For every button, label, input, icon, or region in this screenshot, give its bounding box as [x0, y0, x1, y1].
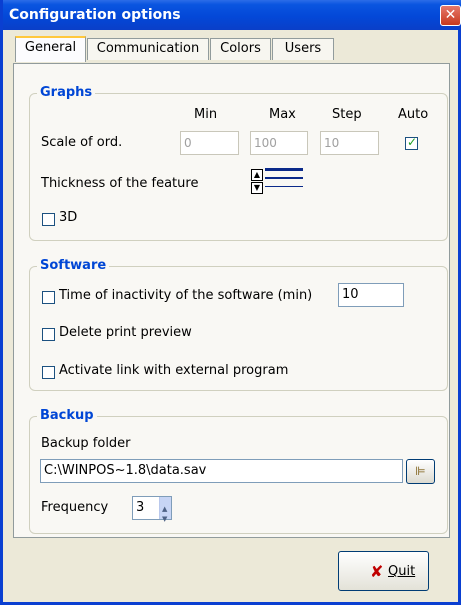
frequency-label: Frequency [41, 500, 109, 515]
delete-print-preview-label: Delete print preview [59, 325, 192, 340]
inactivity-minutes-input[interactable]: 10 [338, 283, 404, 307]
browse-folder-button[interactable]: ⊫ [406, 459, 435, 484]
window-title: Configuration options [9, 7, 181, 23]
backup-group-title: Backup [37, 408, 97, 423]
title-bar[interactable]: Configuration options ✕ [3, 0, 461, 30]
close-icon: ✕ [444, 7, 457, 23]
scale-max-input[interactable]: 100 [250, 131, 308, 155]
arrow-up-icon: ▲ [253, 170, 261, 179]
thickness-preview-line-medium [265, 177, 303, 179]
three-d-label: 3D [59, 210, 78, 225]
inactivity-label: Time of inactivity of the software (min) [59, 288, 313, 303]
scale-min-input[interactable]: 0 [180, 131, 239, 155]
general-tab-panel: Graphs Min Max Step Auto Scale of ord. 0… [13, 63, 450, 538]
arrow-down-icon: ▼ [253, 183, 261, 192]
frequency-input[interactable]: 3 ▲ ▼ [132, 496, 172, 523]
three-d-checkbox[interactable] [42, 213, 55, 226]
tab-users-label: Users [284, 41, 322, 56]
tab-communication-label: Communication [96, 41, 200, 56]
inactivity-checkbox[interactable] [42, 291, 55, 304]
close-button[interactable]: ✕ [440, 5, 461, 26]
tab-communication[interactable]: Communication [87, 38, 209, 60]
backup-folder-input[interactable]: C:\WINPOS~1.8\data.sav [40, 459, 403, 483]
tab-colors[interactable]: Colors [210, 38, 271, 60]
activate-link-label: Activate link with external program [59, 363, 289, 378]
tab-colors-label: Colors [220, 41, 261, 56]
scale-step-input[interactable]: 10 [320, 131, 379, 155]
min-column-header: Min [194, 107, 218, 122]
delete-print-preview-checkbox[interactable] [42, 328, 55, 341]
tab-general-label: General [24, 40, 77, 55]
backup-group: Backup Backup folder C:\WINPOS~1.8\data.… [29, 408, 448, 534]
software-group: Software Time of inactivity of the softw… [29, 258, 448, 391]
checkmark-icon: ✓ [407, 135, 418, 149]
thickness-down-button[interactable]: ▼ [251, 182, 263, 194]
thickness-up-button[interactable]: ▲ [251, 169, 263, 181]
thickness-preview-line-thick [265, 168, 303, 171]
max-column-header: Max [269, 107, 296, 122]
software-group-title: Software [37, 258, 110, 273]
tab-users[interactable]: Users [272, 38, 334, 60]
tab-general[interactable]: General [15, 36, 86, 62]
scale-of-ord-label: Scale of ord. [41, 135, 123, 150]
frequency-value: 3 [136, 500, 145, 515]
configuration-window: Configuration options ✕ General Communic… [0, 0, 461, 605]
activate-link-checkbox[interactable] [42, 366, 55, 379]
quit-button-label: Quit [388, 564, 416, 579]
folder-tree-icon: ⊫ [415, 464, 426, 478]
quit-button[interactable]: ✘ Quit [338, 551, 429, 591]
spin-down-icon: ▼ [162, 515, 168, 523]
thickness-label: Thickness of the feature [41, 176, 199, 191]
auto-column-header: Auto [398, 107, 429, 122]
graphs-group-title: Graphs [37, 85, 96, 100]
auto-checkbox[interactable]: ✓ [405, 135, 418, 150]
step-column-header: Step [332, 107, 362, 122]
thickness-preview-line-thin [265, 186, 303, 187]
backup-folder-label: Backup folder [41, 436, 131, 451]
red-x-icon: ✘ [370, 562, 384, 581]
frequency-spinner[interactable]: ▲ ▼ [159, 497, 171, 523]
graphs-group: Graphs Min Max Step Auto Scale of ord. 0… [29, 85, 448, 241]
